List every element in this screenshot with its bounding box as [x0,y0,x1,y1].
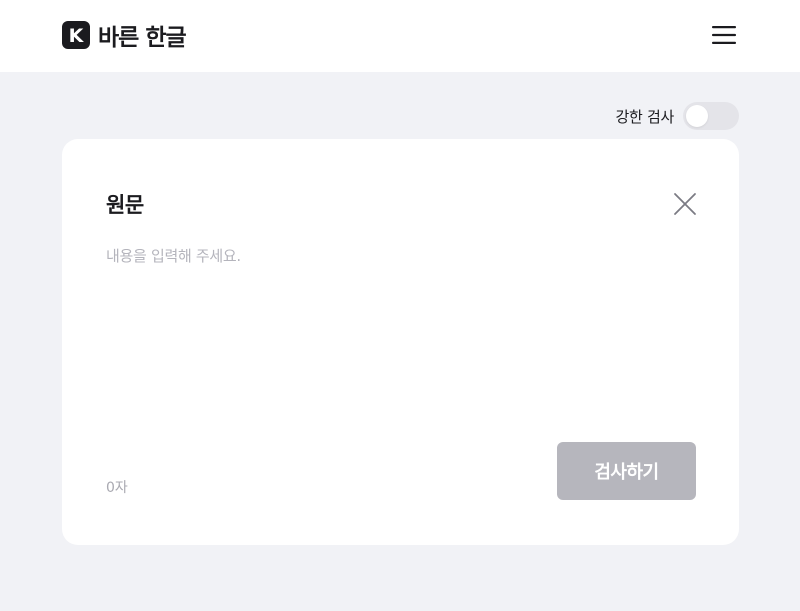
check-button[interactable]: 검사하기 [557,442,696,500]
toggle-knob [686,105,708,127]
logo[interactable]: K 바른 한글 [62,20,187,51]
strict-check-option: 강한 검사 [616,102,739,130]
top-header: K 바른 한글 [0,0,800,72]
menu-button[interactable] [708,22,740,48]
clear-button[interactable] [672,191,698,217]
character-count: 0자 [106,480,128,496]
strict-check-toggle[interactable] [683,102,739,130]
editor-title: 원문 [106,193,144,217]
hamburger-menu-icon [712,26,736,44]
text-input[interactable] [106,245,696,425]
editor-card: 원문 0자 검사하기 [62,139,739,545]
logo-k-icon: K [62,21,90,49]
strict-check-label: 강한 검사 [615,107,675,126]
close-icon [674,193,696,215]
app-name: 바른 한글 [98,25,187,51]
svg-text:K: K [69,25,85,47]
